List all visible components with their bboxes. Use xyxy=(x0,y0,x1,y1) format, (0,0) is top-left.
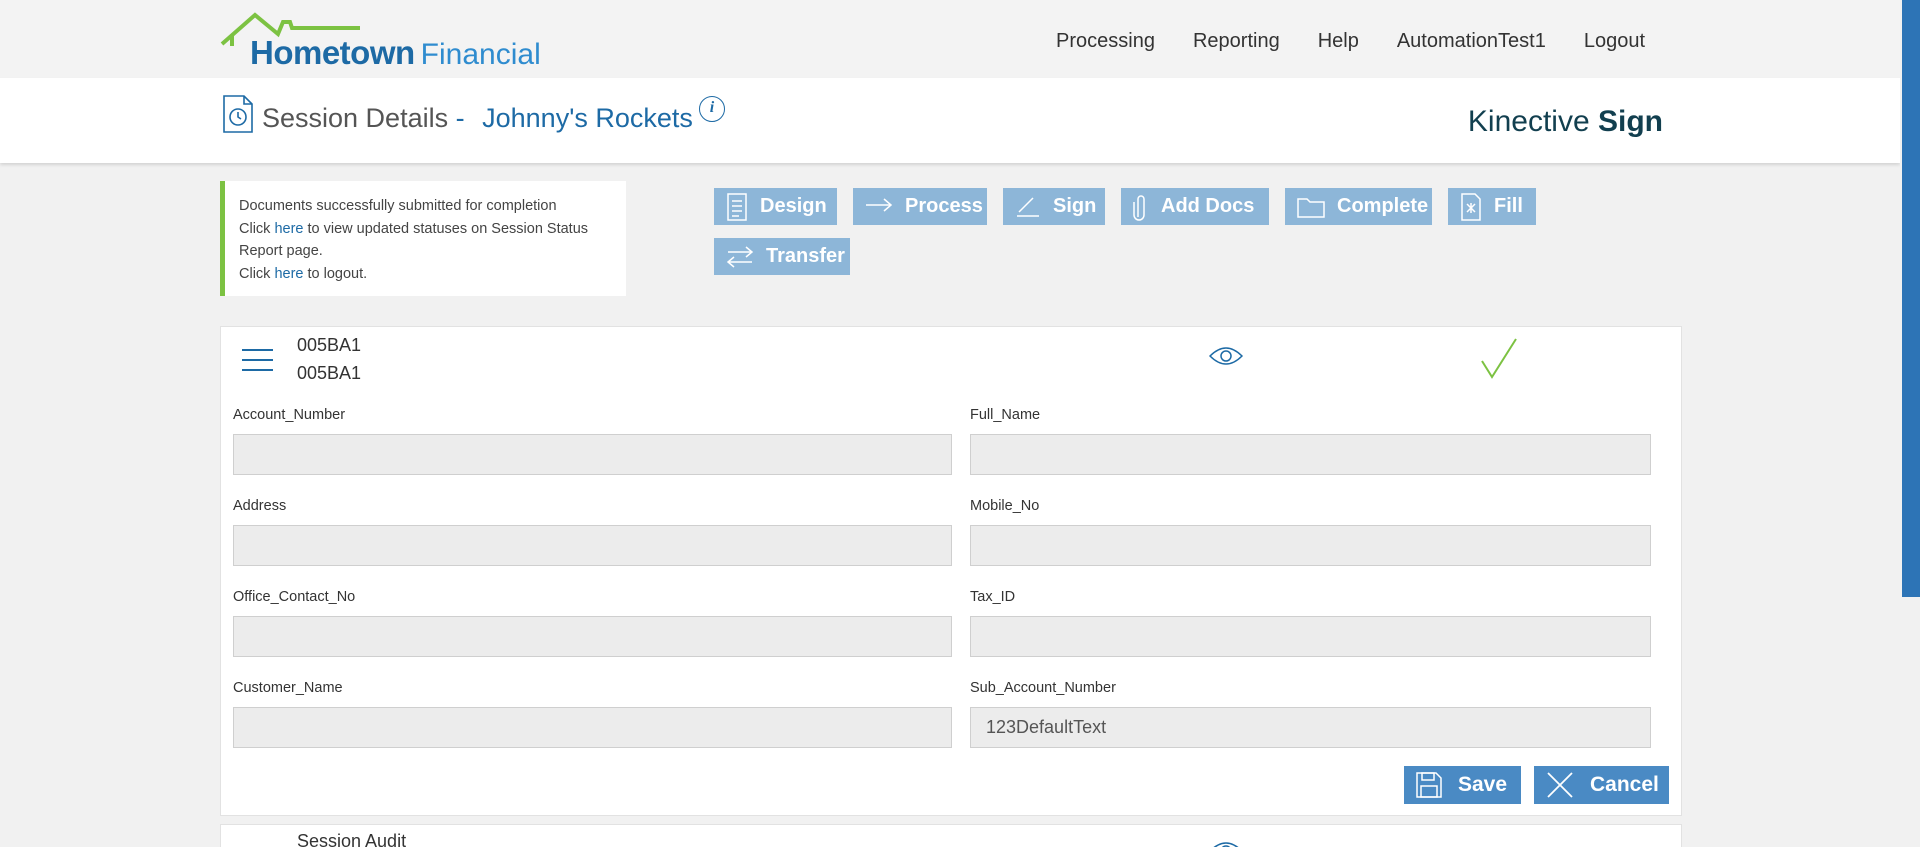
brand-second: Sign xyxy=(1598,105,1663,138)
message-text: to logout. xyxy=(303,265,368,282)
eye-icon[interactable] xyxy=(1209,345,1243,367)
sign-button[interactable]: Sign xyxy=(1003,188,1105,225)
mobile-no-label: Mobile_No xyxy=(970,498,1040,514)
sub-account-number-label: Sub_Account_Number xyxy=(970,680,1116,696)
full-name-label: Full_Name xyxy=(970,407,1041,423)
fill-label: Fill xyxy=(1494,195,1523,217)
message-text: Click xyxy=(239,220,275,237)
floppy-disk-icon xyxy=(1416,772,1442,798)
nav-reporting[interactable]: Reporting xyxy=(1193,30,1280,53)
sign-label: Sign xyxy=(1053,195,1097,217)
session-name: Johnny's Rockets xyxy=(482,103,693,133)
add-docs-label: Add Docs xyxy=(1161,195,1255,217)
document-id-line-1: 005BA1 xyxy=(297,335,362,355)
complete-button[interactable]: Complete xyxy=(1285,188,1432,225)
nav-processing[interactable]: Processing xyxy=(1056,30,1155,53)
hometown-financial-logo[interactable]: Hometown Financial xyxy=(220,12,560,72)
kinective-sign-brand: Kinective Sign xyxy=(1468,105,1663,139)
cancel-label: Cancel xyxy=(1590,773,1659,796)
session-audit-label: Session Audit xyxy=(297,831,407,847)
arrow-right-icon xyxy=(866,197,893,212)
logo-main-text: Hometown xyxy=(250,34,415,71)
nav-help[interactable]: Help xyxy=(1318,30,1359,53)
mobile-no-field[interactable] xyxy=(970,525,1651,566)
design-doc-icon xyxy=(727,192,747,221)
customer-name-field[interactable] xyxy=(233,707,952,748)
design-label: Design xyxy=(760,195,827,217)
full-name-field[interactable] xyxy=(970,434,1651,475)
nav-user[interactable]: AutomationTest1 xyxy=(1397,30,1546,53)
cancel-button[interactable]: Cancel xyxy=(1534,766,1669,804)
message-text: Click xyxy=(239,265,275,282)
account-number-label: Account_Number xyxy=(233,407,346,423)
transfer-label: Transfer xyxy=(766,245,845,267)
session-audit-panel[interactable]: Session Audit xyxy=(220,824,1682,847)
message-line-2: Click here to view updated statuses on S… xyxy=(239,218,626,241)
session-history-icon xyxy=(223,95,253,133)
office-contact-no-label: Office_Contact_No xyxy=(233,589,356,605)
document-panel: 005BA1 005BA1 Account_Number Full_Name A… xyxy=(220,326,1682,816)
session-title-label: Session Details xyxy=(262,103,449,133)
tax-id-label: Tax_ID xyxy=(970,589,1016,605)
document-id-line-2: 005BA1 xyxy=(297,363,362,383)
tax-id-field[interactable] xyxy=(970,616,1651,657)
menu-icon[interactable] xyxy=(242,349,273,379)
folder-icon xyxy=(1297,197,1325,218)
status-report-link[interactable]: here xyxy=(274,221,303,237)
transfer-arrows-icon xyxy=(726,245,754,268)
message-line-1: Documents successfully submitted for com… xyxy=(239,198,557,214)
main-nav: Processing Reporting Help AutomationTest… xyxy=(1056,30,1645,53)
message-line-3: Report page. xyxy=(239,243,323,259)
sub-account-number-field[interactable] xyxy=(970,707,1651,748)
address-label: Address xyxy=(233,498,287,514)
success-message: Documents successfully submitted for com… xyxy=(220,181,626,296)
eye-icon[interactable] xyxy=(1209,840,1243,847)
top-header: Hometown Financial Processing Reporting H… xyxy=(0,0,1900,78)
design-button[interactable]: Design xyxy=(714,188,837,225)
session-header: Session Details - Johnny's Rockets i Kin… xyxy=(0,78,1900,163)
scrollbar-thumb[interactable] xyxy=(1902,0,1920,597)
message-text: to view updated statuses on Session Stat… xyxy=(303,220,589,237)
page-title: Session Details - Johnny's Rockets xyxy=(262,103,693,134)
fill-doc-icon xyxy=(1461,192,1481,221)
logout-link[interactable]: here xyxy=(274,266,303,282)
pen-sign-icon xyxy=(1017,196,1039,217)
add-docs-button[interactable]: Add Docs xyxy=(1121,188,1269,225)
complete-label: Complete xyxy=(1337,195,1429,217)
transfer-button[interactable]: Transfer xyxy=(714,238,850,275)
customer-name-label: Customer_Name xyxy=(233,680,343,696)
office-contact-no-field[interactable] xyxy=(233,616,952,657)
brand-first: Kinective xyxy=(1467,105,1590,138)
paperclip-icon xyxy=(1133,194,1145,221)
save-button[interactable]: Save xyxy=(1404,766,1521,804)
save-label: Save xyxy=(1458,773,1508,796)
fill-button[interactable]: Fill xyxy=(1448,188,1536,225)
message-line-4: Click here to logout. xyxy=(239,263,626,286)
nav-logout[interactable]: Logout xyxy=(1584,30,1645,53)
session-title-separator: - xyxy=(455,103,465,133)
close-icon xyxy=(1547,772,1573,798)
address-field[interactable] xyxy=(233,525,952,566)
process-button[interactable]: Process xyxy=(853,188,987,225)
process-label: Process xyxy=(905,195,983,217)
info-icon[interactable]: i xyxy=(699,96,725,122)
account-number-field[interactable] xyxy=(233,434,952,475)
checkmark-icon xyxy=(1481,338,1517,379)
logo-sub-text: Financial xyxy=(420,38,541,71)
